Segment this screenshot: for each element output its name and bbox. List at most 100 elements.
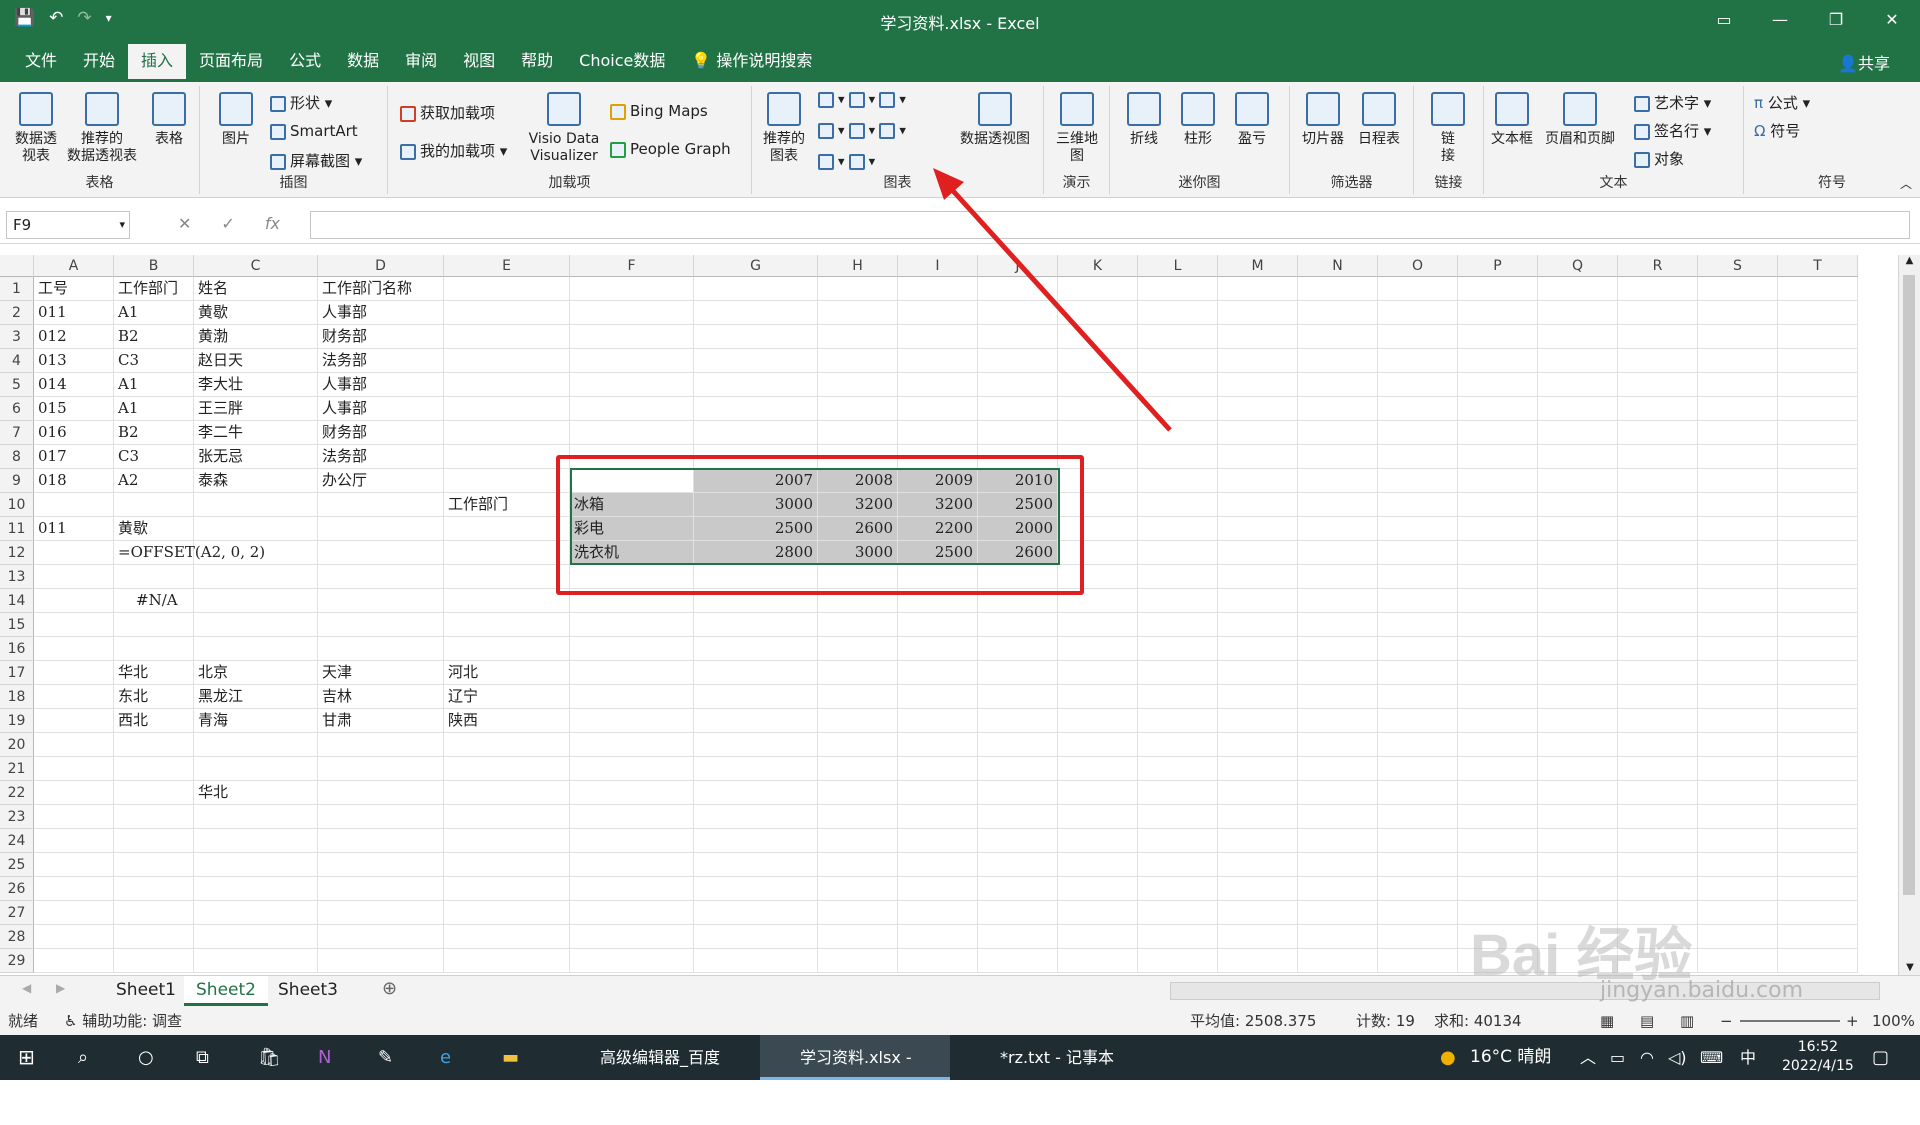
tab-formulas[interactable]: 公式 <box>276 44 334 82</box>
cell-O6[interactable] <box>1378 397 1458 421</box>
column-chart-icon[interactable] <box>818 92 834 108</box>
volume-icon[interactable]: ◁) <box>1668 1035 1687 1080</box>
cell-O2[interactable] <box>1378 301 1458 325</box>
row-header-10[interactable]: 10 <box>0 493 34 517</box>
cell-S14[interactable] <box>1698 589 1778 613</box>
cell-N29[interactable] <box>1298 949 1378 973</box>
cell-J26[interactable] <box>978 877 1058 901</box>
cell-B13[interactable] <box>114 565 194 589</box>
cell-Q17[interactable] <box>1538 661 1618 685</box>
cell-N11[interactable] <box>1298 517 1378 541</box>
cell-D28[interactable] <box>318 925 444 949</box>
cell-N20[interactable] <box>1298 733 1378 757</box>
cell-I25[interactable] <box>898 853 978 877</box>
cancel-icon[interactable]: ✕ <box>178 214 191 233</box>
cell-B16[interactable] <box>114 637 194 661</box>
cell-L8[interactable] <box>1138 445 1218 469</box>
row-header-2[interactable]: 2 <box>0 301 34 325</box>
cell-P18[interactable] <box>1458 685 1538 709</box>
cell-C1[interactable]: 姓名 <box>194 277 318 301</box>
cell-B6[interactable]: A1 <box>114 397 194 421</box>
cell-J29[interactable] <box>978 949 1058 973</box>
cell-K7[interactable] <box>1058 421 1138 445</box>
file-explorer-icon[interactable]: ▬ <box>502 1035 519 1080</box>
cell-I22[interactable] <box>898 781 978 805</box>
object-button[interactable]: 对象 <box>1634 148 1684 169</box>
cell-J27[interactable] <box>978 901 1058 925</box>
cell-I20[interactable] <box>898 733 978 757</box>
sheet-tab-3[interactable]: Sheet3 <box>266 976 350 1006</box>
ime-indicator[interactable]: 中 <box>1740 1035 1756 1080</box>
cell-S20[interactable] <box>1698 733 1778 757</box>
cell-P1[interactable] <box>1458 277 1538 301</box>
cell-S27[interactable] <box>1698 901 1778 925</box>
cell-I7[interactable] <box>898 421 978 445</box>
row-header-19[interactable]: 19 <box>0 709 34 733</box>
cell-G5[interactable] <box>694 373 818 397</box>
cell-J23[interactable] <box>978 805 1058 829</box>
row-header-20[interactable]: 20 <box>0 733 34 757</box>
scroll-tabs-right-icon[interactable]: ▶ <box>56 981 65 995</box>
column-header-A[interactable]: A <box>34 255 114 277</box>
cell-J22[interactable] <box>978 781 1058 805</box>
cell-E14[interactable] <box>444 589 570 613</box>
cell-M29[interactable] <box>1218 949 1298 973</box>
cell-N28[interactable] <box>1298 925 1378 949</box>
cell-C11[interactable] <box>194 517 318 541</box>
shapes-button[interactable]: 形状 ▾ <box>270 92 332 113</box>
cell-P22[interactable] <box>1458 781 1538 805</box>
cell-E3[interactable] <box>444 325 570 349</box>
cell-E16[interactable] <box>444 637 570 661</box>
bing-maps-button[interactable]: Bing Maps <box>610 102 708 120</box>
get-addins-button[interactable]: 获取加载项 <box>400 102 495 123</box>
cell-F21[interactable] <box>570 757 694 781</box>
edge-icon[interactable]: e <box>440 1035 451 1080</box>
cell-H7[interactable] <box>818 421 898 445</box>
cell-L2[interactable] <box>1138 301 1218 325</box>
cell-L6[interactable] <box>1138 397 1218 421</box>
cell-Q3[interactable] <box>1538 325 1618 349</box>
cell-R21[interactable] <box>1618 757 1698 781</box>
cell-T29[interactable] <box>1778 949 1858 973</box>
cell-T21[interactable] <box>1778 757 1858 781</box>
cell-M23[interactable] <box>1218 805 1298 829</box>
tray-chevron-icon[interactable]: ︿ <box>1580 1035 1596 1080</box>
cell-O8[interactable] <box>1378 445 1458 469</box>
zoom-out-icon[interactable]: − <box>1720 1007 1733 1035</box>
cell-E24[interactable] <box>444 829 570 853</box>
sparkline-line-button[interactable]: 折线 <box>1120 92 1168 148</box>
cell-R7[interactable] <box>1618 421 1698 445</box>
cell-A6[interactable]: 015 <box>34 397 114 421</box>
cell-I4[interactable] <box>898 349 978 373</box>
cell-D16[interactable] <box>318 637 444 661</box>
cell-L3[interactable] <box>1138 325 1218 349</box>
select-all-corner[interactable] <box>0 255 34 277</box>
column-header-Q[interactable]: Q <box>1538 255 1618 277</box>
cell-K1[interactable] <box>1058 277 1138 301</box>
cell-E1[interactable] <box>444 277 570 301</box>
cell-M8[interactable] <box>1218 445 1298 469</box>
cell-Q18[interactable] <box>1538 685 1618 709</box>
cell-A9[interactable]: 018 <box>34 469 114 493</box>
cell-T18[interactable] <box>1778 685 1858 709</box>
cell-O9[interactable] <box>1378 469 1458 493</box>
cell-S11[interactable] <box>1698 517 1778 541</box>
row-header-27[interactable]: 27 <box>0 901 34 925</box>
cell-D1[interactable]: 工作部门名称 <box>318 277 444 301</box>
cell-L17[interactable] <box>1138 661 1218 685</box>
cell-O19[interactable] <box>1378 709 1458 733</box>
cell-A24[interactable] <box>34 829 114 853</box>
cell-C18[interactable]: 黑龙江 <box>194 685 318 709</box>
cell-M28[interactable] <box>1218 925 1298 949</box>
timeline-button[interactable]: 日程表 <box>1352 92 1406 148</box>
column-header-K[interactable]: K <box>1058 255 1138 277</box>
cell-I19[interactable] <box>898 709 978 733</box>
cell-F15[interactable] <box>570 613 694 637</box>
signature-button[interactable]: 签名行 ▾ <box>1634 120 1711 141</box>
cell-G21[interactable] <box>694 757 818 781</box>
cell-O7[interactable] <box>1378 421 1458 445</box>
combo-chart-icon[interactable] <box>879 123 896 139</box>
cortana-icon[interactable]: ○ <box>138 1035 154 1080</box>
cell-J21[interactable] <box>978 757 1058 781</box>
cell-N5[interactable] <box>1298 373 1378 397</box>
